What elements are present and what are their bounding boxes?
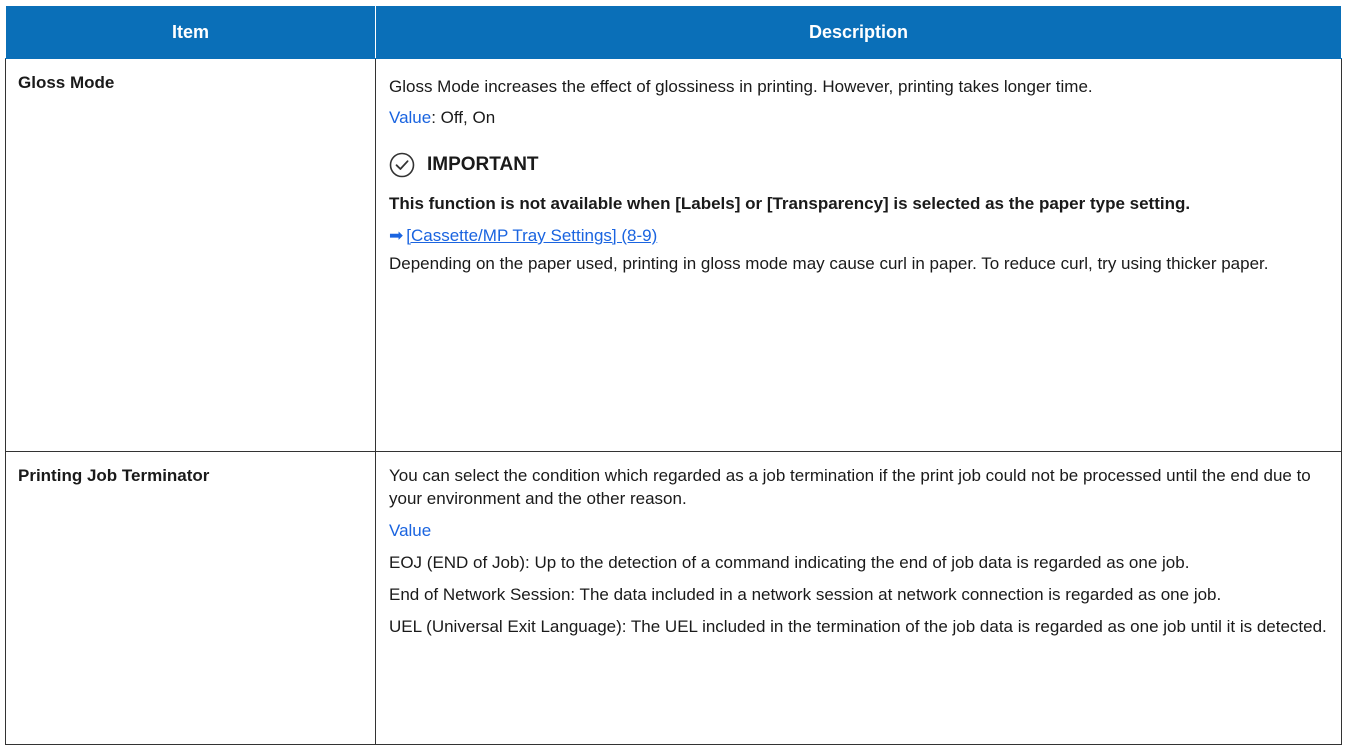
check-circle-icon — [389, 152, 415, 178]
value-line: Value: Off, On — [389, 102, 1327, 133]
option-end-of-network-session: End of Network Session: The data include… — [389, 585, 1222, 604]
description-note: Depending on the paper used, printing in… — [389, 254, 1269, 273]
value-label: Value — [389, 108, 432, 127]
crossref-link[interactable]: [Cassette/MP Tray Settings] (8-9) — [406, 223, 657, 248]
value-label: Value — [389, 521, 432, 540]
header-item: Item — [5, 5, 376, 59]
description-gloss-mode: Gloss Mode increases the effect of gloss… — [376, 59, 1341, 279]
item-cell: Gloss Mode — [5, 58, 376, 452]
value-text: : Off, On — [431, 108, 496, 127]
header-description: Description — [375, 5, 1342, 59]
important-label: IMPORTANT — [427, 154, 539, 175]
description-cell: You can select the condition which regar… — [375, 451, 1342, 745]
right-arrow-icon: ➡ — [389, 226, 404, 245]
description-intro: Gloss Mode increases the effect of gloss… — [389, 77, 1093, 96]
description-printing-job-terminator: You can select the condition which regar… — [376, 452, 1341, 638]
settings-table: Item Description Gloss Mode Gloss Mode i… — [5, 5, 1342, 745]
description-cell: Gloss Mode increases the effect of gloss… — [375, 58, 1342, 452]
option-uel: UEL (Universal Exit Language): The UEL i… — [389, 617, 1327, 636]
option-eoj: EOJ (END of Job): Up to the detection of… — [389, 553, 1190, 572]
table-header-row: Item Description — [5, 5, 1342, 59]
item-name-gloss-mode: Gloss Mode — [18, 73, 115, 92]
important-text: This function is not available when [Lab… — [389, 194, 1191, 213]
crossref[interactable]: ➡ [Cassette/MP Tray Settings] (8-9) — [389, 223, 1327, 248]
item-cell: Printing Job Terminator — [5, 451, 376, 745]
table-row: Gloss Mode Gloss Mode increases the effe… — [5, 58, 1342, 452]
important-heading: IMPORTANT — [389, 145, 1327, 185]
table-row: Printing Job Terminator You can select t… — [5, 451, 1342, 745]
item-name-printing-job-terminator: Printing Job Terminator — [18, 466, 210, 485]
description-intro: You can select the condition which regar… — [389, 466, 1311, 508]
